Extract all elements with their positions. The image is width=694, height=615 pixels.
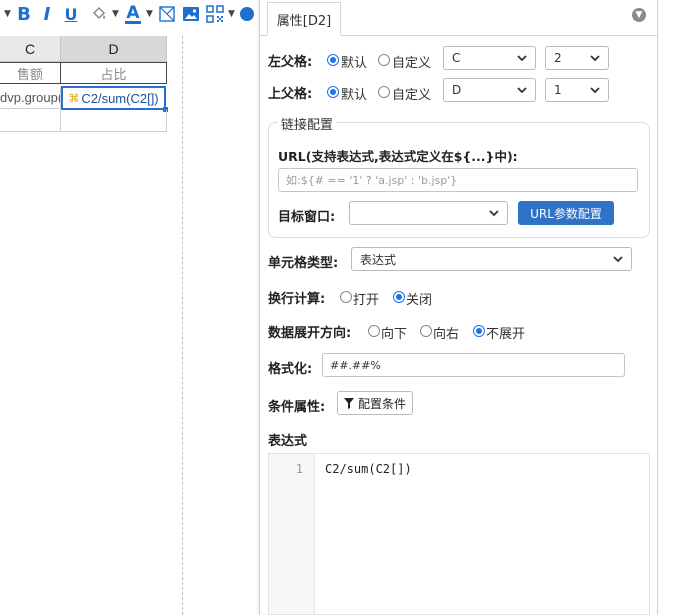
top-parent-label: 上父格: [268,87,313,102]
format-label: 格式化: [268,362,313,377]
wrap-on-label: 打开 [353,293,380,308]
column-header-d[interactable]: D [61,36,167,62]
wrap-off-label: 关闭 [406,293,433,308]
qrcode-icon[interactable] [206,3,224,25]
cell-d2-selected[interactable]: ⌘ C2/sum(C2[]) [61,86,166,110]
cell-d3[interactable] [61,110,167,132]
cell-d2-value: C2/sum(C2[]) [81,90,159,106]
chevron-down-icon [517,87,527,94]
qrcode-dropdown-icon[interactable]: ▼ [228,9,235,19]
left-parent-column-select[interactable]: C [443,46,536,70]
top-parent-default-radio[interactable] [327,86,339,98]
top-parent-custom-radio[interactable] [378,86,390,98]
chevron-down-icon [489,210,499,217]
expand-down-radio[interactable] [368,325,380,337]
top-parent-custom-label: 自定义 [392,88,432,103]
expression-marker-icon: ⌘ [68,92,80,105]
url-params-button[interactable]: URL参数配置 [518,201,614,225]
target-window-select[interactable] [349,201,508,225]
filter-icon [344,397,354,409]
top-parent-column-select[interactable]: D [443,78,536,102]
expand-none-label: 不展开 [486,327,526,342]
expand-down-label: 向下 [381,327,408,342]
cell-c1[interactable]: 售额 [0,62,61,84]
fill-color-dropdown-icon[interactable]: ▼ [112,9,119,19]
font-color-icon[interactable]: A [124,3,142,25]
page-break-line [182,36,183,615]
link-config-legend: 链接配置 [278,114,337,133]
line-number: 1 [295,462,303,476]
editor-gutter: 1 [269,454,315,614]
left-parent-default-label: 默认 [341,56,368,71]
expression-label: 表达式 [268,434,308,449]
report-designer: ▼ B I U ▼ A ▼ ▼ C D 售额 占比 dvp.group(⌘ C… [0,0,694,615]
url-label: URL(支持表达式,表达式定义在${...}中): [278,149,518,164]
cell-d1[interactable]: 占比 [60,62,167,84]
cell-c3[interactable] [0,110,61,132]
left-parent-custom-radio[interactable] [378,54,390,66]
dropdown-arrow-icon[interactable]: ▼ [4,9,11,19]
cell-c2[interactable]: dvp.group( [0,87,61,109]
wrap-off-radio[interactable] [393,291,405,303]
font-color-dropdown-icon[interactable]: ▼ [146,9,153,19]
left-parent-row-select[interactable]: 2 [545,46,609,70]
chevron-down-icon [613,256,623,263]
cell-type-select[interactable]: 表达式 [351,247,632,271]
left-parent-label: 左父格: [268,55,313,70]
panel-tabbar: 属性[D2] ▼ [260,0,657,36]
column-header-c[interactable]: C [0,36,61,62]
tab-properties[interactable]: 属性[D2] [267,2,341,36]
wrap-calc-label: 换行计算: [268,292,326,307]
underline-icon[interactable]: U [63,3,79,25]
expand-direction-label: 数据展开方向: [268,326,352,341]
chevron-down-icon [517,55,527,62]
format-toolbar: ▼ B I U ▼ A ▼ ▼ [0,0,270,30]
expression-code: C2/sum(C2[]) [325,462,412,476]
format-input[interactable]: ##.##% [322,353,625,377]
bold-icon[interactable]: B [16,3,32,25]
left-parent-custom-label: 自定义 [392,56,432,71]
border-icon[interactable] [158,3,176,25]
left-parent-default-radio[interactable] [327,54,339,66]
italic-icon[interactable]: I [40,3,54,25]
expand-right-radio[interactable] [420,325,432,337]
properties-panel: 属性[D2] ▼ 左父格: 默认 自定义 C 2 上父格: 默认 自定义 D 1 [259,0,658,615]
cell-type-label: 单元格类型: [268,256,339,271]
collapse-icon[interactable]: ▼ [632,8,646,22]
target-window-label: 目标窗口: [278,210,336,225]
expand-none-radio[interactable] [473,325,485,337]
condition-label: 条件属性: [268,400,326,415]
image-icon[interactable] [182,3,200,25]
more-tools-icon[interactable] [240,7,254,21]
expand-right-label: 向右 [433,327,460,342]
top-parent-default-label: 默认 [341,88,368,103]
fill-color-icon[interactable] [88,3,110,25]
wrap-on-radio[interactable] [340,291,352,303]
chevron-down-icon [590,87,600,94]
url-input[interactable]: 如:${# == '1' ? 'a.jsp' : 'b.jsp'} [278,168,638,192]
configure-condition-button[interactable]: 配置条件 [337,391,414,415]
chevron-down-icon [590,55,600,62]
top-parent-row-select[interactable]: 1 [545,78,609,102]
expression-editor[interactable]: 1 C2/sum(C2[]) [268,453,650,615]
